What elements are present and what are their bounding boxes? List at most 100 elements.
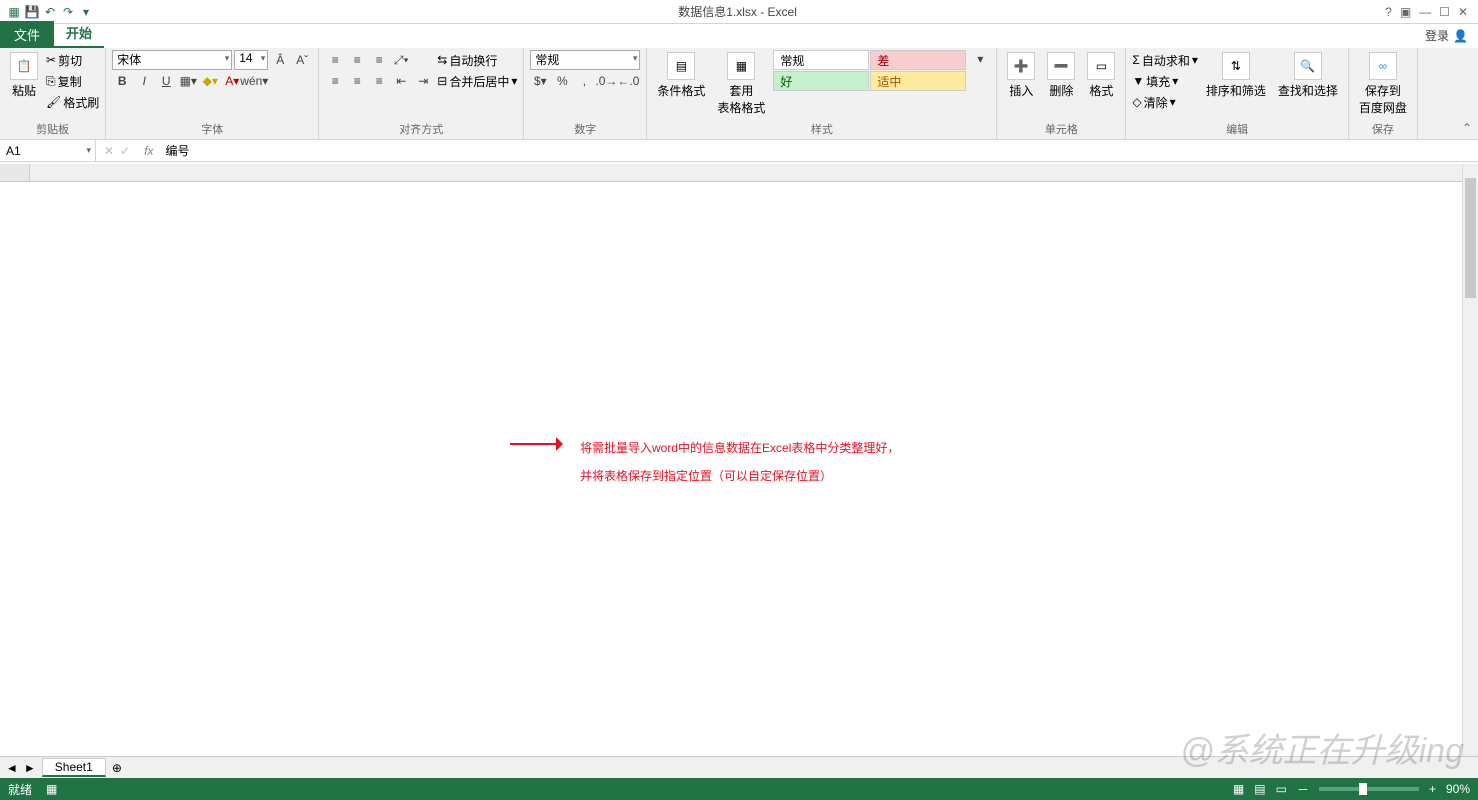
copy-label: 复制 — [58, 73, 82, 90]
format-painter-button[interactable]: 🖌 格式刷 — [46, 92, 99, 112]
cut-button[interactable]: ✂ 剪切 — [46, 50, 99, 70]
scrollbar-thumb[interactable] — [1465, 178, 1476, 298]
save-icon[interactable]: 💾 — [24, 4, 40, 20]
wrap-text-button[interactable]: ⇆ 自动换行 — [437, 50, 517, 70]
group-font: 宋体 14 Â Aˇ B I U ▦▾ ◆▾ A▾ wén▾ 字体 — [106, 48, 319, 139]
font-size-select[interactable]: 14 — [234, 50, 268, 70]
fx-icon[interactable]: fx — [138, 144, 159, 158]
cancel-formula-icon[interactable]: ✕ — [104, 144, 114, 158]
decrease-font-icon[interactable]: Aˇ — [292, 51, 312, 69]
zoom-level[interactable]: 90% — [1446, 782, 1470, 796]
merge-center-button[interactable]: ⊟ 合并后居中 ▾ — [437, 71, 517, 91]
sheet-nav-next[interactable]: ► — [24, 761, 36, 775]
help-icon[interactable]: ? — [1385, 5, 1392, 19]
style-good[interactable]: 好 — [773, 71, 869, 91]
qat-dropdown-icon[interactable]: ▾ — [78, 4, 94, 20]
style-normal[interactable]: 常规 — [773, 50, 869, 70]
ribbon-tabs: 文件 开始 登录 👤 — [0, 24, 1478, 48]
undo-icon[interactable]: ↶ — [42, 4, 58, 20]
view-normal-icon[interactable]: ▦ — [1233, 782, 1244, 796]
close-icon[interactable]: ✕ — [1458, 5, 1468, 19]
orientation-icon[interactable]: ⤢▾ — [391, 51, 411, 69]
macro-record-icon[interactable]: ▦ — [46, 782, 57, 796]
cell-styles-gallery[interactable]: 常规 差 好 适中 — [773, 50, 966, 91]
align-top-icon[interactable]: ≡ — [325, 51, 345, 69]
phonetic-button[interactable]: wén▾ — [244, 72, 264, 90]
insert-icon: ➕ — [1007, 52, 1035, 80]
excel-icon: ▦ — [6, 4, 22, 20]
conditional-format-button[interactable]: ▤条件格式 — [653, 50, 709, 101]
tab-file[interactable]: 文件 — [0, 21, 54, 48]
styles-more-icon[interactable]: ▾ — [970, 50, 990, 68]
enter-formula-icon[interactable]: ✓ — [120, 144, 130, 158]
indent-decrease-icon[interactable]: ⇤ — [391, 72, 411, 90]
sort-icon: ⇅ — [1222, 52, 1250, 80]
editing-group-label: 编辑 — [1132, 120, 1342, 139]
sheet-nav-prev[interactable]: ◄ — [6, 761, 18, 775]
painter-label: 格式刷 — [63, 94, 99, 111]
name-box[interactable]: A1 — [0, 140, 96, 161]
minimize-icon[interactable]: — — [1419, 5, 1431, 19]
align-middle-icon[interactable]: ≡ — [347, 51, 367, 69]
save-group-label: 保存 — [1355, 120, 1411, 139]
cond-label: 条件格式 — [657, 82, 705, 99]
align-center-icon[interactable]: ≡ — [347, 72, 367, 90]
sheet-tab[interactable]: Sheet1 — [42, 758, 106, 777]
find-select-button[interactable]: 🔍查找和选择 — [1274, 50, 1342, 101]
insert-cells-button[interactable]: ➕插入 — [1003, 50, 1039, 101]
number-format-select[interactable]: 常规 — [530, 50, 640, 70]
styles-group-label: 样式 — [653, 120, 990, 139]
fill-color-button[interactable]: ◆▾ — [200, 72, 220, 90]
percent-icon[interactable]: % — [552, 72, 572, 90]
login-link[interactable]: 登录 👤 — [1415, 23, 1478, 48]
font-name-select[interactable]: 宋体 — [112, 50, 232, 70]
bold-button[interactable]: B — [112, 72, 132, 90]
save-baidu-button[interactable]: ∞保存到 百度网盘 — [1355, 50, 1411, 118]
currency-icon[interactable]: $▾ — [530, 72, 550, 90]
italic-button[interactable]: I — [134, 72, 154, 90]
autosum-button[interactable]: Σ 自动求和 ▾ — [1132, 50, 1197, 70]
zoom-out-button[interactable]: － — [1297, 781, 1309, 798]
alignment-group-label: 对齐方式 — [325, 120, 517, 139]
style-bad[interactable]: 差 — [870, 50, 966, 70]
view-pagebreak-icon[interactable]: ▭ — [1276, 782, 1287, 796]
align-bottom-icon[interactable]: ≡ — [369, 51, 389, 69]
add-sheet-icon[interactable]: ⊕ — [112, 761, 122, 775]
clear-button[interactable]: ◇ 清除 ▾ — [1132, 92, 1197, 112]
format-cells-button[interactable]: ▭ 格式 — [1083, 50, 1119, 101]
redo-icon[interactable]: ↷ — [60, 4, 76, 20]
table-format-button[interactable]: ▦套用 表格格式 — [713, 50, 769, 118]
align-right-icon[interactable]: ≡ — [369, 72, 389, 90]
merge-label: 合并后居中 — [449, 73, 509, 90]
format-icon: ▭ — [1087, 52, 1115, 80]
copy-button[interactable]: ⎘ 复制 — [46, 71, 99, 91]
tab-开始[interactable]: 开始 — [54, 19, 104, 48]
border-button[interactable]: ▦▾ — [178, 72, 198, 90]
increase-font-icon[interactable]: Â — [270, 51, 290, 69]
maximize-icon[interactable]: ☐ — [1439, 5, 1450, 19]
spreadsheet-grid[interactable]: 将需批量导入word中的信息数据在Excel表格中分类整理好， 并将表格保存到指… — [0, 164, 1478, 778]
select-all-corner[interactable] — [0, 164, 30, 181]
comma-icon[interactable]: , — [574, 72, 594, 90]
vertical-scrollbar[interactable] — [1462, 164, 1478, 756]
formula-input[interactable] — [159, 144, 1478, 158]
paste-button[interactable]: 📋 粘贴 — [6, 50, 42, 101]
delete-icon: ➖ — [1047, 52, 1075, 80]
view-layout-icon[interactable]: ▤ — [1254, 782, 1265, 796]
decrease-decimal-icon[interactable]: ←.0 — [618, 72, 638, 90]
collapse-ribbon-icon[interactable]: ⌃ — [1462, 121, 1472, 135]
delete-cells-button[interactable]: ➖删除 — [1043, 50, 1079, 101]
sort-filter-button[interactable]: ⇅排序和筛选 — [1202, 50, 1270, 101]
zoom-in-button[interactable]: + — [1429, 782, 1436, 796]
underline-button[interactable]: U — [156, 72, 176, 90]
baidu-icon: ∞ — [1369, 52, 1397, 80]
cut-label: 剪切 — [58, 52, 82, 69]
format-label: 格式 — [1089, 82, 1113, 99]
fill-button[interactable]: ▼ 填充 ▾ — [1132, 71, 1197, 91]
increase-decimal-icon[interactable]: .0→ — [596, 72, 616, 90]
zoom-slider[interactable] — [1319, 787, 1419, 791]
style-neutral[interactable]: 适中 — [870, 71, 966, 91]
ribbon-options-icon[interactable]: ▣ — [1400, 5, 1411, 19]
indent-increase-icon[interactable]: ⇥ — [413, 72, 433, 90]
align-left-icon[interactable]: ≡ — [325, 72, 345, 90]
